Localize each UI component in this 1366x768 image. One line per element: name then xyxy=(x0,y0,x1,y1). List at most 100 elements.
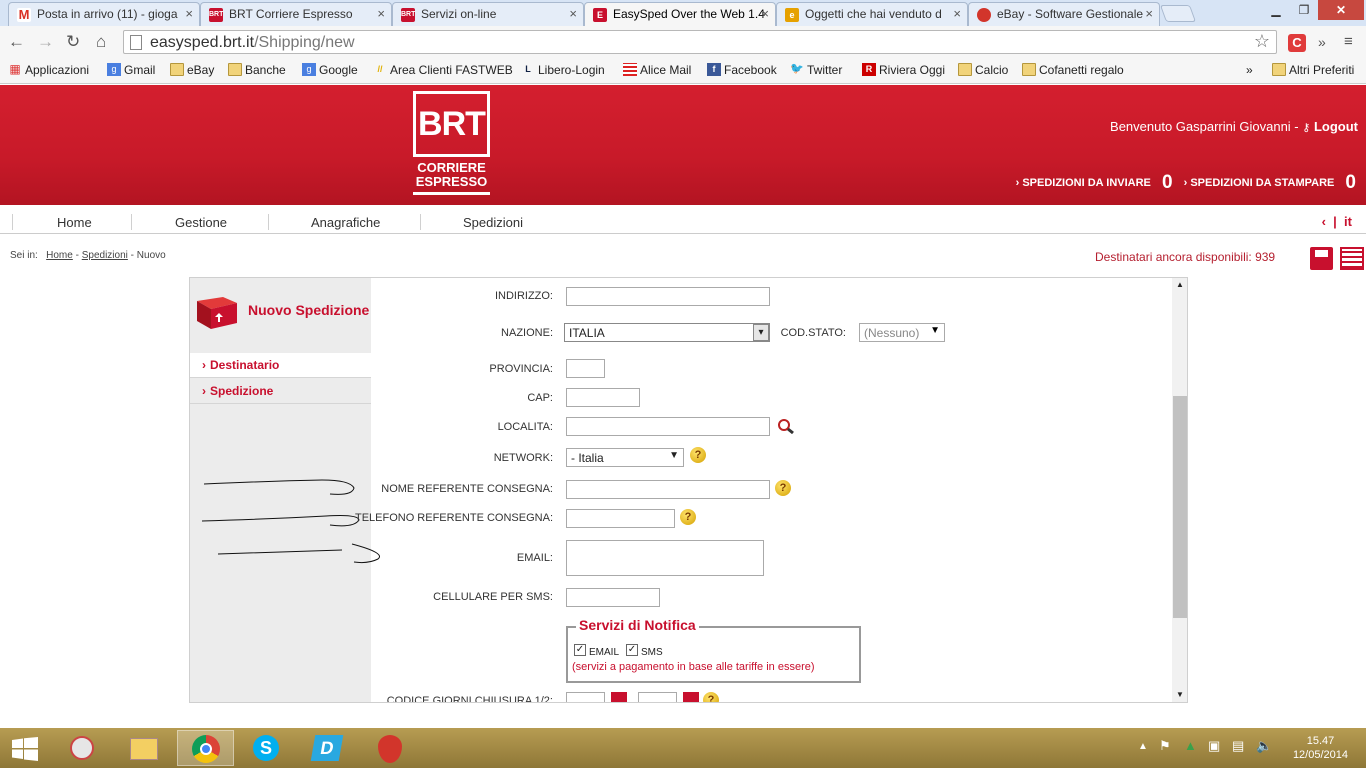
bookmark-apps[interactable]: ▦ Applicazioni xyxy=(8,63,89,78)
to-print-link[interactable]: SPEDIZIONI DA STAMPARE xyxy=(1190,177,1334,189)
system-clock[interactable]: 15.47 12/05/2014 xyxy=(1293,734,1348,762)
breadcrumb-home[interactable]: Home xyxy=(46,250,73,261)
language-selector[interactable]: ‹ | it xyxy=(1322,214,1352,229)
breadcrumb-spedizioni[interactable]: Spedizioni xyxy=(82,250,128,261)
bookmark-fastweb[interactable]: //Area Clienti FASTWEB xyxy=(373,63,512,77)
browser-tab-ebay-sold[interactable]: e Oggetti che hai venduto d × xyxy=(776,2,968,26)
close-tab-icon[interactable]: × xyxy=(761,6,769,21)
browser-tab-servizi[interactable]: BRT Servizi on-line × xyxy=(392,2,584,26)
bookmark-ebay[interactable]: eBay xyxy=(170,63,214,77)
forward-icon[interactable]: → xyxy=(37,32,54,52)
extension-icon[interactable]: C xyxy=(1288,34,1306,52)
side-link-destinatario[interactable]: › Destinatario xyxy=(190,353,371,378)
volume-icon[interactable]: 🔈 xyxy=(1256,738,1272,754)
reload-icon[interactable]: ↻ xyxy=(66,32,80,52)
help-icon[interactable]: ? xyxy=(703,692,719,702)
new-tab-button[interactable] xyxy=(1159,5,1197,22)
localita-label: LOCALITA: xyxy=(497,421,553,433)
browser-tab-easysped[interactable]: E EasySped Over the Web 1.4 × xyxy=(584,2,776,26)
network-icon[interactable]: ▤ xyxy=(1232,738,1244,754)
email-textarea[interactable] xyxy=(566,540,764,576)
taskbar-dropbox-app[interactable]: D xyxy=(299,730,356,766)
panel-scrollbar[interactable]: ▲ ▼ xyxy=(1172,278,1187,702)
bookmark-calcio[interactable]: Calcio xyxy=(958,63,1008,77)
menu-gestione[interactable]: Gestione xyxy=(175,215,227,230)
extensions-overflow-icon[interactable]: » xyxy=(1318,34,1326,50)
bookmark-star-icon[interactable]: ☆ xyxy=(1254,31,1270,52)
save-icon[interactable] xyxy=(1310,247,1333,270)
show-hidden-icons[interactable]: ▲ xyxy=(1138,741,1148,752)
close-tab-icon[interactable]: × xyxy=(569,6,577,21)
codice-giorni-2-input[interactable] xyxy=(638,692,677,702)
browser-tab-brt[interactable]: BRT BRT Corriere Espresso × xyxy=(200,2,392,26)
cap-input[interactable] xyxy=(566,388,640,407)
close-tab-icon[interactable]: × xyxy=(953,6,961,21)
bookmark-gmail[interactable]: g Gmail xyxy=(107,63,155,77)
bookmark-cofanetti[interactable]: Cofanetti regalo xyxy=(1022,63,1124,77)
restore-button[interactable]: ❐ xyxy=(1290,0,1318,20)
tab-title: Posta in arrivo (11) - gioga xyxy=(37,7,178,21)
menu-icon[interactable]: ≡ xyxy=(1344,33,1353,50)
menu-divider xyxy=(131,214,132,230)
menu-spedizioni[interactable]: Spedizioni xyxy=(463,215,523,230)
to-send-link[interactable]: SPEDIZIONI DA INVIARE xyxy=(1022,177,1151,189)
network-select[interactable]: - Italia ▼ xyxy=(566,448,684,467)
bookmark-libero[interactable]: L Libero-Login xyxy=(521,63,604,77)
browser-tab-ebay-software[interactable]: eBay - Software Gestionale × xyxy=(968,2,1160,26)
scroll-down-icon[interactable]: ▼ xyxy=(1176,690,1184,699)
email-notification-label: EMAIL xyxy=(589,647,620,658)
device-icon[interactable]: ▣ xyxy=(1208,738,1220,754)
provincia-input[interactable] xyxy=(566,359,605,378)
codice-giorni-1-input[interactable] xyxy=(566,692,605,702)
nome-referente-input[interactable] xyxy=(566,480,770,499)
scrollbar-thumb[interactable] xyxy=(1173,396,1187,618)
email-notification-checkbox[interactable]: ✓ xyxy=(574,644,586,656)
close-tab-icon[interactable]: × xyxy=(377,6,385,21)
more-bookmarks-button[interactable]: » xyxy=(1234,63,1253,77)
home-icon[interactable]: ⌂ xyxy=(96,32,106,52)
codstato-select[interactable]: (Nessuno) ▼ xyxy=(859,323,945,342)
clock-date: 12/05/2014 xyxy=(1292,749,1348,761)
calendar-icon[interactable] xyxy=(611,692,627,702)
clock-time: 15.47 xyxy=(1306,735,1335,747)
taskbar-file-explorer[interactable] xyxy=(116,730,173,766)
close-tab-icon[interactable]: × xyxy=(1145,6,1153,21)
bookmark-google[interactable]: g Google xyxy=(302,63,358,77)
bookmark-twitter[interactable]: 🐦 Twitter xyxy=(790,63,842,77)
logout-link[interactable]: Logout xyxy=(1314,119,1358,134)
menu-home[interactable]: Home xyxy=(57,215,92,230)
taskbar-skype[interactable]: S xyxy=(238,730,295,766)
bookmark-alice[interactable]: Alice Mail xyxy=(623,63,691,77)
sms-notification-checkbox[interactable]: ✓ xyxy=(626,644,638,656)
back-icon[interactable]: ← xyxy=(8,32,25,52)
close-window-button[interactable]: ✕ xyxy=(1318,0,1364,20)
help-icon[interactable]: ? xyxy=(680,509,696,525)
telefono-referente-input[interactable] xyxy=(566,509,675,528)
menu-anagrafiche[interactable]: Anagrafiche xyxy=(311,215,380,230)
bookmark-riviera-oggi[interactable]: R Riviera Oggi xyxy=(862,63,945,77)
google-drive-icon[interactable]: ▲ xyxy=(1184,738,1197,753)
bookmark-facebook[interactable]: f Facebook xyxy=(707,63,777,77)
indirizzo-input[interactable] xyxy=(566,287,770,306)
scroll-up-icon[interactable]: ▲ xyxy=(1176,280,1184,289)
other-bookmarks-folder[interactable]: Altri Preferiti xyxy=(1272,63,1354,77)
taskbar-strawberry-app[interactable] xyxy=(362,730,419,766)
minimize-button[interactable]: ▁ xyxy=(1262,0,1290,20)
help-icon[interactable]: ? xyxy=(690,447,706,463)
taskbar-chrome[interactable] xyxy=(177,730,234,766)
browser-tab-gmail[interactable]: M Posta in arrivo (11) - gioga × xyxy=(8,2,200,26)
bookmark-banche[interactable]: Banche xyxy=(228,63,286,77)
address-bar[interactable]: easysped.brt.it/Shipping/new ☆ xyxy=(123,30,1277,54)
action-center-flag-icon[interactable]: ⚑ xyxy=(1159,738,1171,754)
search-icon[interactable] xyxy=(777,418,794,434)
help-icon[interactable]: ? xyxy=(775,480,791,496)
calendar-icon[interactable] xyxy=(683,692,699,702)
close-tab-icon[interactable]: × xyxy=(185,6,193,21)
taskbar-snipping-tool[interactable] xyxy=(55,730,112,766)
brt-logo[interactable]: BRT CORRIERE ESPRESSO xyxy=(413,91,490,199)
list-view-icon[interactable] xyxy=(1340,247,1364,270)
side-link-spedizione[interactable]: › Spedizione xyxy=(190,379,371,404)
cellulare-input[interactable] xyxy=(566,588,660,607)
windows-start-icon[interactable] xyxy=(12,737,38,761)
localita-input[interactable] xyxy=(566,417,770,436)
